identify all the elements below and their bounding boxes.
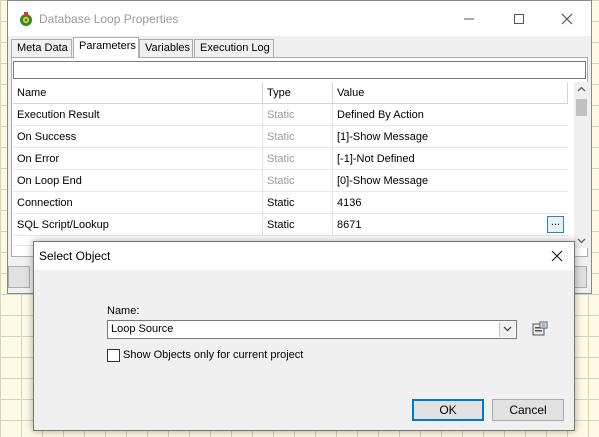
column-header-value[interactable]: Value: [333, 82, 568, 104]
table-row[interactable]: SQL Script/Lookup Static 8671 ...: [13, 214, 568, 236]
close-icon[interactable]: [549, 248, 565, 264]
row-name: Execution Result: [13, 104, 263, 126]
row-value: 8671: [337, 219, 362, 231]
row-type: Static: [263, 192, 333, 214]
maximize-button[interactable]: [509, 9, 529, 29]
tab-parameters[interactable]: Parameters: [73, 37, 139, 58]
table-row[interactable]: Execution Result Static Defined By Actio…: [13, 104, 568, 126]
grid-scrollbar[interactable]: [574, 82, 589, 248]
ok-button[interactable]: OK: [412, 399, 484, 421]
scroll-thumb[interactable]: [576, 99, 587, 116]
scroll-down-icon[interactable]: [577, 236, 586, 245]
row-type: Static: [263, 214, 333, 236]
row-name: On Success: [13, 126, 263, 148]
select-object-dialog: Select Object Name: Loop Source Show Obj…: [33, 241, 575, 431]
column-header-type[interactable]: Type: [263, 82, 333, 104]
row-name: Connection: [13, 192, 263, 214]
browse-icon[interactable]: [531, 321, 548, 337]
filter-input[interactable]: [13, 61, 586, 79]
row-value: 4136: [337, 197, 362, 209]
window-titlebar[interactable]: Database Loop Properties: [8, 1, 591, 36]
table-row[interactable]: On Loop End Static [0]-Show Message: [13, 170, 568, 192]
minimize-icon: [464, 18, 474, 20]
row-type: Static: [263, 148, 333, 170]
row-type: Static: [263, 126, 333, 148]
window-title: Database Loop Properties: [39, 12, 179, 26]
chevron-down-icon: [503, 326, 512, 332]
window-footer-button-right[interactable]: [573, 266, 587, 288]
dialog-titlebar[interactable]: Select Object: [34, 242, 574, 270]
row-value: [1]-Show Message: [337, 131, 429, 143]
maximize-icon: [514, 14, 524, 24]
row-name: SQL Script/Lookup: [13, 214, 263, 236]
row-value: [0]-Show Message: [337, 175, 429, 187]
parameters-grid: Name Type Value Execution Result Static …: [13, 82, 568, 246]
close-button[interactable]: [557, 9, 577, 29]
current-project-checkbox[interactable]: [107, 349, 120, 362]
browse-script-button[interactable]: ...: [547, 216, 564, 233]
combobox-dropdown-button[interactable]: [499, 322, 515, 337]
table-row[interactable]: On Error Static [-1]-Not Defined: [13, 148, 568, 170]
table-row[interactable]: On Success Static [1]-Show Message: [13, 126, 568, 148]
grid-header: Name Type Value: [13, 82, 568, 104]
row-name: On Loop End: [13, 170, 263, 192]
app-gear-icon: [20, 12, 32, 26]
row-type: Static: [263, 104, 333, 126]
window-footer-button-left[interactable]: [8, 266, 30, 288]
column-header-name[interactable]: Name: [13, 82, 263, 104]
name-combobox[interactable]: Loop Source: [107, 320, 517, 339]
tab-execution-log[interactable]: Execution Log: [194, 39, 274, 57]
row-type: Static: [263, 170, 333, 192]
scroll-up-icon[interactable]: [577, 85, 586, 94]
row-value: [-1]-Not Defined: [337, 153, 415, 165]
tab-variables[interactable]: Variables: [139, 39, 193, 57]
name-combobox-value: Loop Source: [111, 323, 174, 335]
row-name: On Error: [13, 148, 263, 170]
close-icon: [561, 13, 573, 25]
current-project-checkbox-label[interactable]: Show Objects only for current project: [123, 349, 303, 361]
minimize-button[interactable]: [459, 9, 479, 29]
tab-meta-data[interactable]: Meta Data: [11, 39, 72, 57]
dialog-title: Select Object: [39, 249, 111, 263]
row-value: Defined By Action: [337, 109, 424, 121]
parameters-panel: Name Type Value Execution Result Static …: [11, 57, 589, 257]
cancel-button[interactable]: Cancel: [492, 399, 564, 421]
name-label: Name:: [107, 305, 140, 317]
table-row[interactable]: Connection Static 4136: [13, 192, 568, 214]
